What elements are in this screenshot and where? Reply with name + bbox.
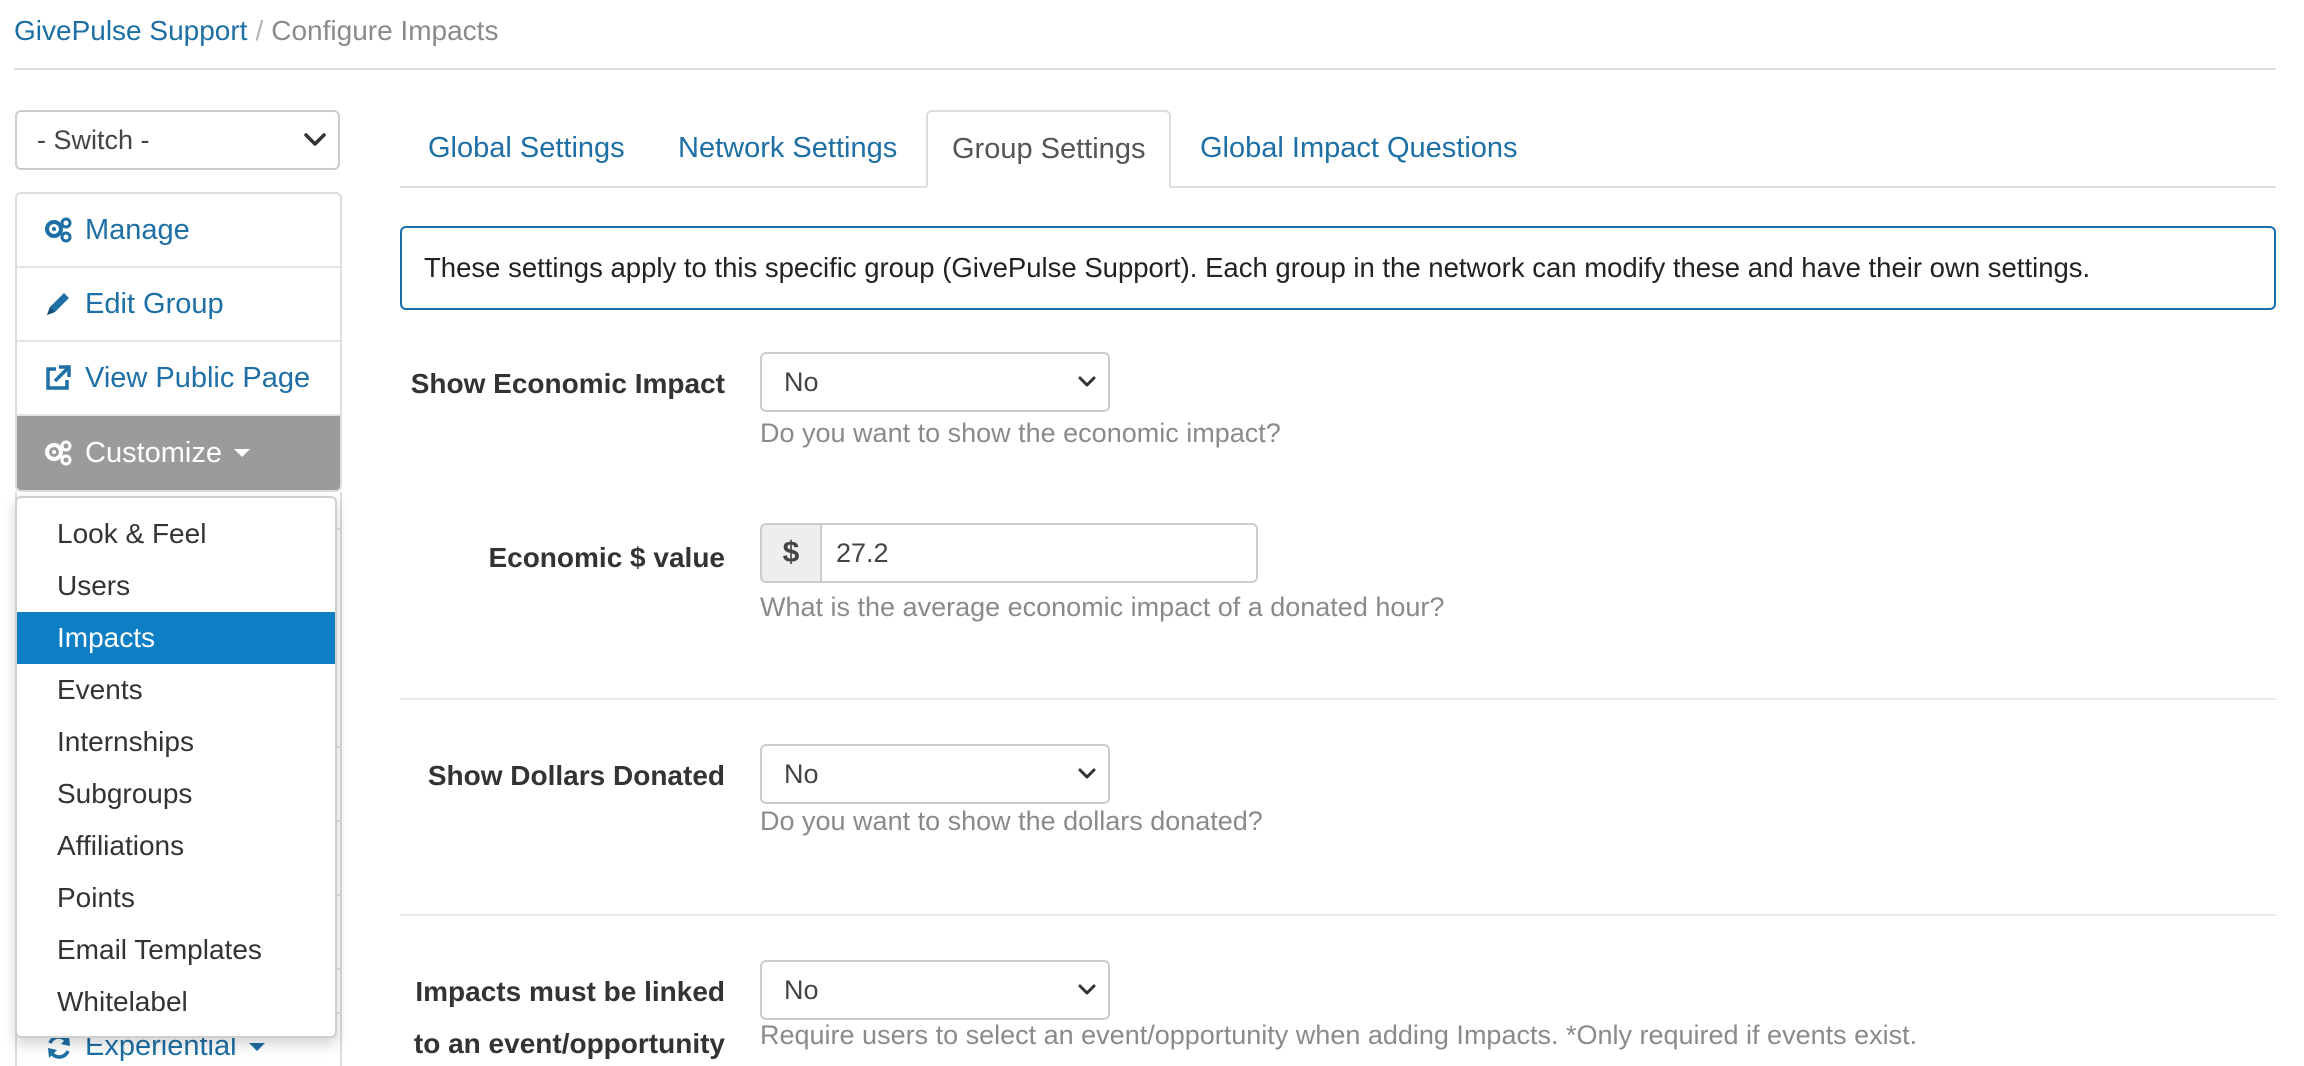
linked-label-line1: Impacts must be linked [415,976,725,1007]
gears-icon [45,440,72,466]
sidebar-item-view-public-page[interactable]: View Public Page [17,342,340,416]
dollar-addon: $ [760,523,820,583]
menu-item-events[interactable]: Events [17,664,335,716]
tab-network-settings[interactable]: Network Settings [678,110,897,186]
chevron-down-icon [1078,768,1096,779]
economic-impact-select[interactable]: No [760,352,1110,412]
linked-label-line2: to an event/opportunity [413,1028,725,1059]
dollars-donated-label: Show Dollars Donated [427,760,725,791]
external-link-icon [46,365,71,390]
breadcrumb-root-link[interactable]: GivePulse Support [14,15,247,46]
pencil-icon [47,293,69,315]
info-alert: These settings apply to this specific gr… [400,226,2276,310]
dollars-donated-select-value: No [784,759,819,789]
economic-value-label: Economic $ value [488,542,725,573]
dollars-donated-help: Do you want to show the dollars donated? [760,806,1263,836]
economic-impact-label: Show Economic Impact [410,368,725,399]
menu-item-impacts[interactable]: Impacts [17,612,335,664]
sidebar-item-label: Customize [85,436,222,469]
sidebar-item-label: View Public Page [85,361,311,394]
customize-dropdown-menu: Look & Feel Users Impacts Events Interns… [15,496,337,1038]
tab-global-impact-questions[interactable]: Global Impact Questions [1200,110,1518,186]
sidebar-item-manage[interactable]: Manage [17,194,340,268]
economic-value-input-group: $ 27.2 [760,523,1258,583]
gears-icon [45,217,72,243]
section-divider [400,698,2276,700]
menu-item-users[interactable]: Users [17,560,335,612]
switch-select[interactable]: - Switch - [15,110,340,170]
sidebar-item-customize[interactable]: Customize [17,416,340,490]
breadcrumb-current: Configure Impacts [271,15,499,46]
economic-impact-help: Do you want to show the economic impact? [760,418,1281,448]
menu-item-affiliations[interactable]: Affiliations [17,820,335,872]
chevron-down-icon [1078,376,1096,387]
linked-select[interactable]: No [760,960,1110,1020]
linked-select-value: No [784,975,819,1005]
tab-group-settings[interactable]: Group Settings [926,110,1172,188]
menu-item-look-and-feel[interactable]: Look & Feel [17,508,335,560]
switch-select-value: - Switch - [37,125,150,155]
chevron-down-icon [304,133,326,146]
menu-item-internships[interactable]: Internships [17,716,335,768]
menu-item-subgroups[interactable]: Subgroups [17,768,335,820]
menu-item-points[interactable]: Points [17,872,335,924]
sidebar-nav: Manage Edit Group View Public Page Custo… [15,192,342,492]
settings-tabs: Global Settings Network Settings Group S… [400,110,2276,188]
section-divider [400,914,2276,916]
chevron-down-icon [1078,984,1096,995]
economic-value-help: What is the average economic impact of a… [760,592,1445,622]
dollars-donated-select[interactable]: No [760,744,1110,804]
menu-item-whitelabel[interactable]: Whitelabel [17,976,335,1028]
economic-impact-select-value: No [784,367,819,397]
breadcrumb-separator: / [255,15,264,46]
tab-global-settings[interactable]: Global Settings [428,110,625,186]
caret-down-icon [248,1042,265,1051]
economic-value-input[interactable]: 27.2 [820,523,1258,583]
menu-item-email-templates[interactable]: Email Templates [17,924,335,976]
breadcrumb: GivePulse Support / Configure Impacts [14,12,498,50]
linked-help: Require users to select an event/opportu… [760,1020,1918,1050]
caret-down-icon [234,449,250,457]
sidebar-item-edit-group[interactable]: Edit Group [17,268,340,342]
sidebar-item-label: Manage [85,213,190,246]
header-divider [14,68,2276,70]
sidebar-item-label: Edit Group [85,287,224,320]
